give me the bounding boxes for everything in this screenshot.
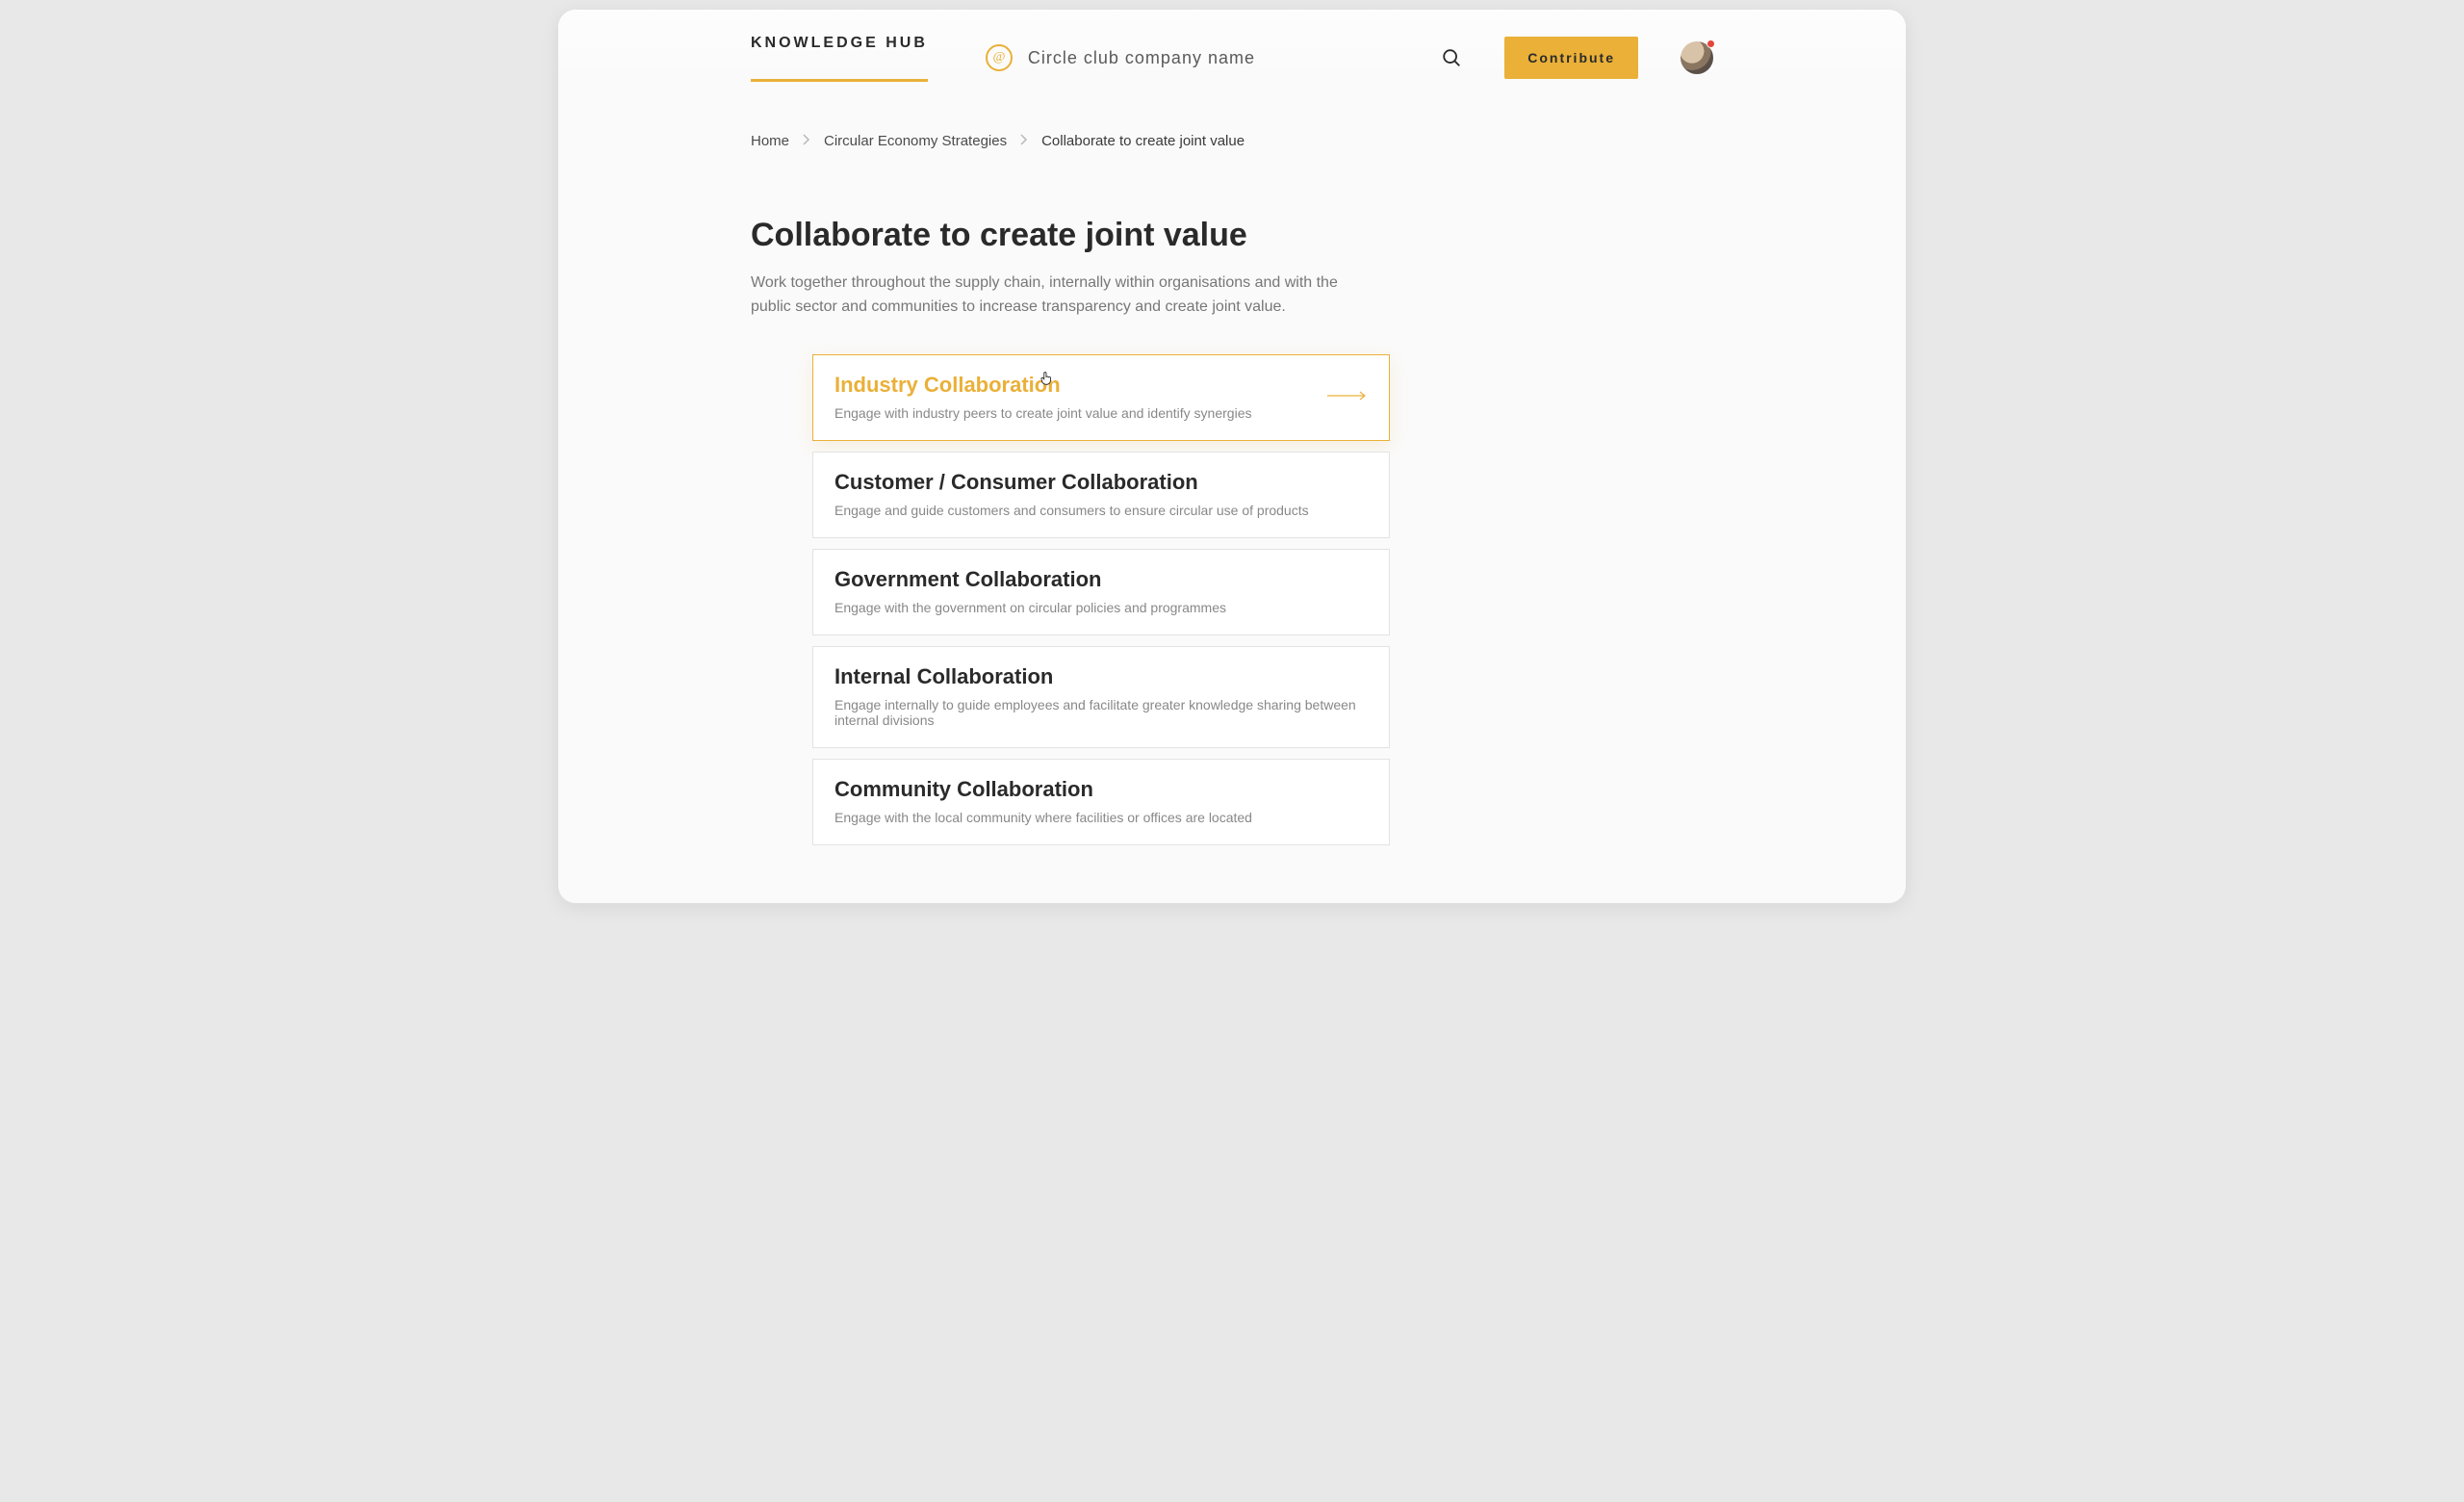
- card-description: Engage internally to guide employees and…: [834, 697, 1368, 728]
- card-government-collaboration[interactable]: Government Collaboration Engage with the…: [812, 549, 1390, 635]
- header: KNOWLEDGE HUB @ Circle club company name…: [558, 10, 1906, 85]
- card-description: Engage with industry peers to create joi…: [834, 405, 1368, 421]
- arrow-right-icon: [1327, 388, 1368, 405]
- chevron-right-icon: [1020, 133, 1028, 149]
- breadcrumb-item-current: Collaborate to create joint value: [1041, 133, 1245, 149]
- breadcrumb-item-strategies[interactable]: Circular Economy Strategies: [824, 133, 1007, 149]
- chevron-right-icon: [803, 133, 810, 149]
- card-list: Industry Collaboration Engage with indus…: [812, 354, 1390, 845]
- card-customer-collaboration[interactable]: Customer / Consumer Collaboration Engage…: [812, 452, 1390, 538]
- card-title: Internal Collaboration: [834, 664, 1368, 689]
- card-industry-collaboration[interactable]: Industry Collaboration Engage with indus…: [812, 354, 1390, 441]
- app-frame: KNOWLEDGE HUB @ Circle club company name…: [558, 10, 1906, 903]
- avatar[interactable]: [1681, 41, 1713, 74]
- card-title: Community Collaboration: [834, 777, 1368, 802]
- card-internal-collaboration[interactable]: Internal Collaboration Engage internally…: [812, 646, 1390, 748]
- company-block: @ Circle club company name: [986, 44, 1255, 71]
- contribute-button[interactable]: Contribute: [1504, 37, 1638, 79]
- page-description: Work together throughout the supply chai…: [751, 272, 1348, 320]
- brand-tab[interactable]: KNOWLEDGE HUB: [751, 35, 928, 82]
- card-description: Engage and guide customers and consumers…: [834, 503, 1368, 518]
- card-title: Customer / Consumer Collaboration: [834, 470, 1368, 495]
- content: Home Circular Economy Strategies Collabo…: [558, 85, 1906, 903]
- company-name: Circle club company name: [1028, 48, 1255, 68]
- card-description: Engage with the local community where fa…: [834, 810, 1368, 825]
- company-logo-icon: @: [986, 44, 1013, 71]
- card-community-collaboration[interactable]: Community Collaboration Engage with the …: [812, 759, 1390, 845]
- breadcrumb-item-home[interactable]: Home: [751, 133, 789, 149]
- notification-dot-icon: [1707, 39, 1715, 48]
- card-description: Engage with the government on circular p…: [834, 600, 1368, 615]
- page-title: Collaborate to create joint value: [751, 217, 1713, 254]
- breadcrumb: Home Circular Economy Strategies Collabo…: [751, 133, 1713, 149]
- search-icon[interactable]: [1441, 47, 1462, 68]
- card-title: Government Collaboration: [834, 567, 1368, 592]
- card-title: Industry Collaboration: [834, 373, 1368, 398]
